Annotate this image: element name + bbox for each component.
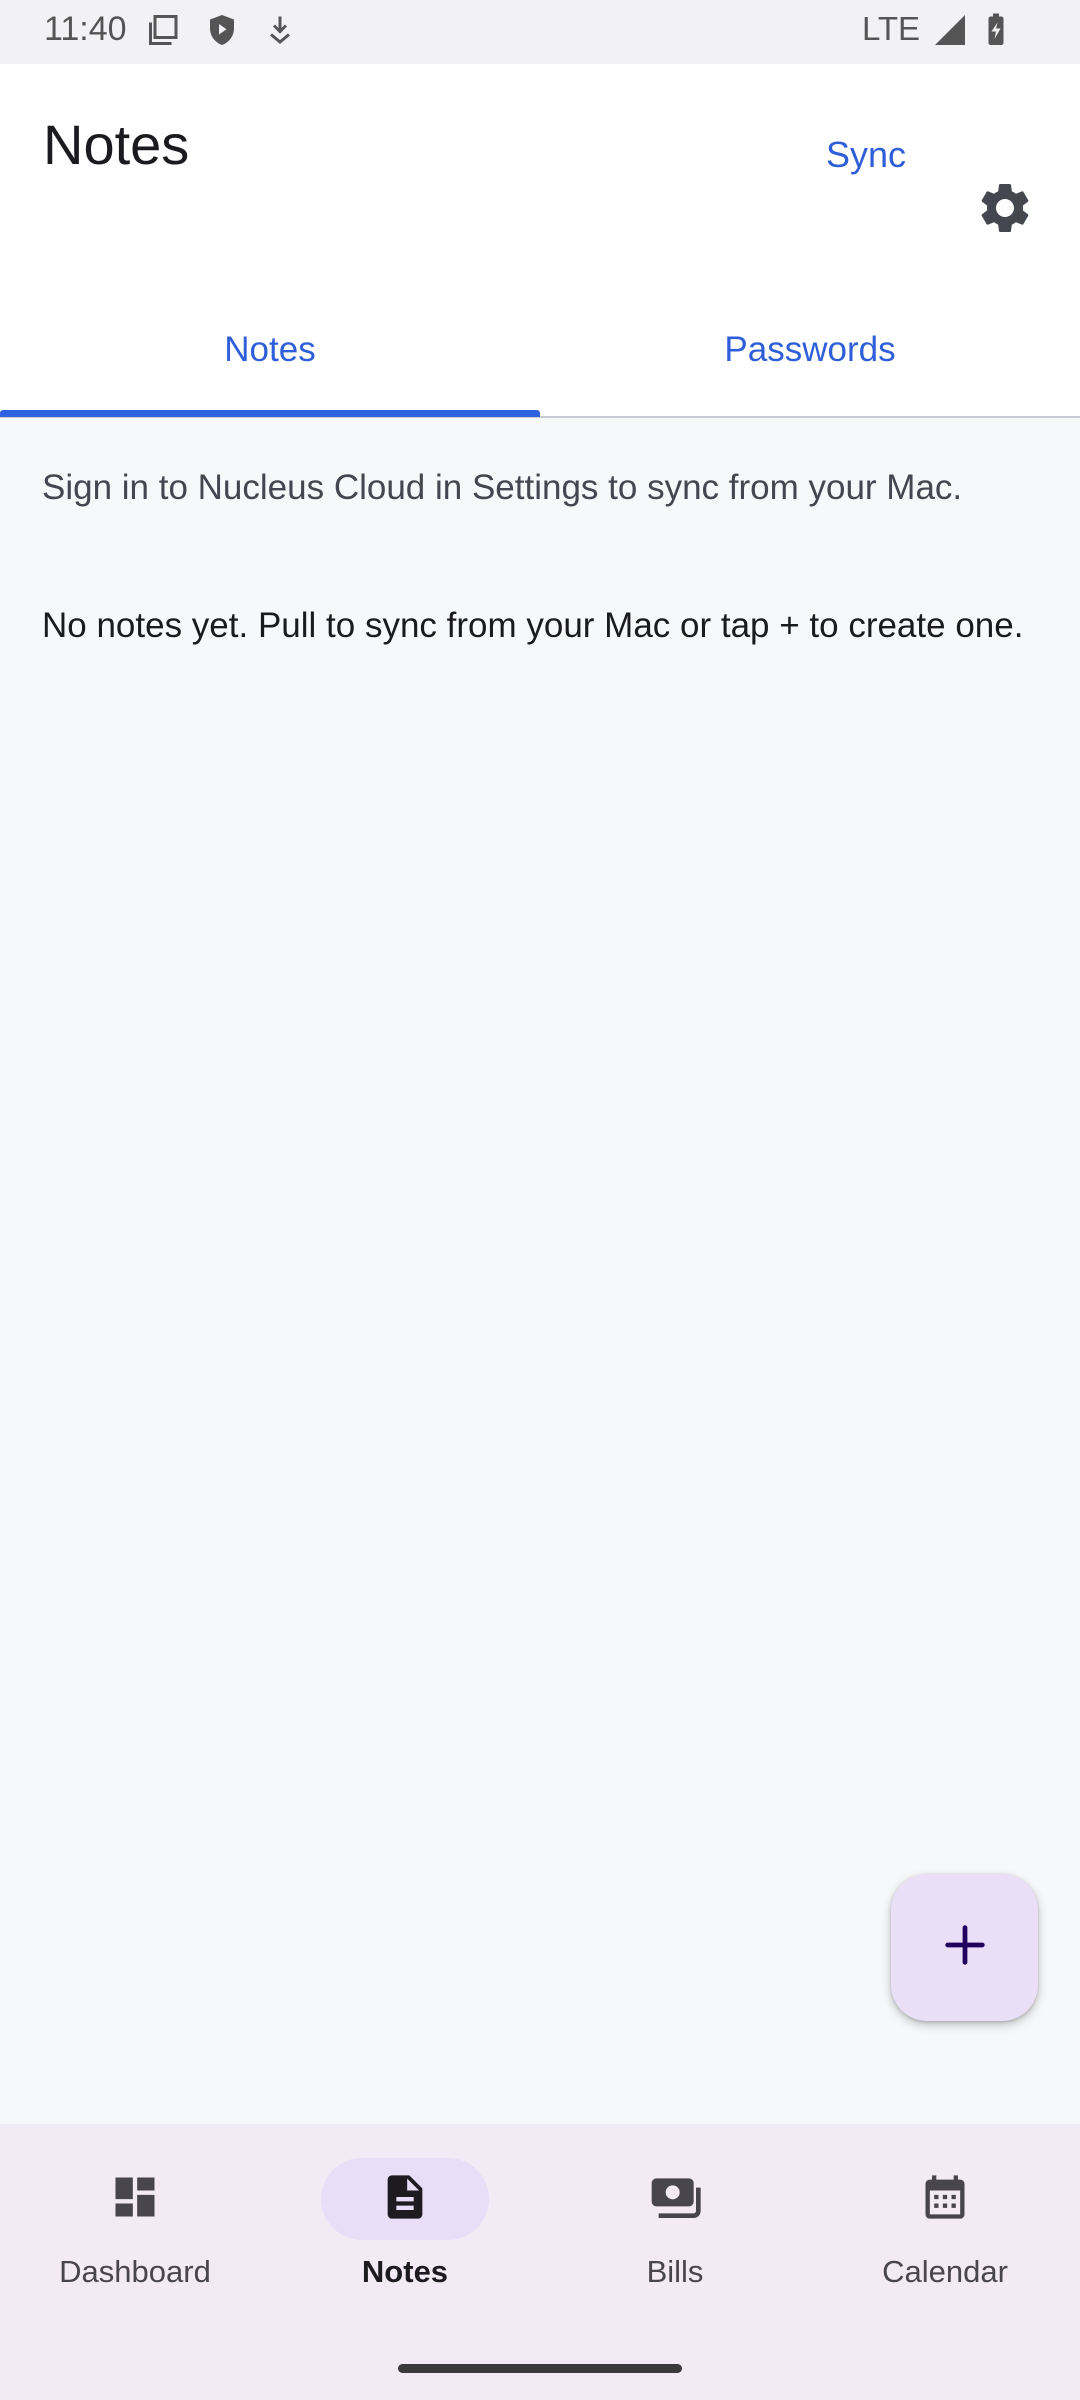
tab-bar: Notes Passwords [0, 284, 1080, 418]
dashboard-icon [109, 2171, 161, 2228]
nav-label-bills: Bills [646, 2254, 704, 2289]
sync-button[interactable]: Sync [806, 110, 926, 200]
bills-icon [647, 2169, 703, 2230]
nav-label-calendar: Calendar [882, 2254, 1008, 2289]
settings-button[interactable] [965, 170, 1045, 250]
bottom-navigation: Dashboard Notes Bills Calendar [0, 2124, 1080, 2400]
nav-item-dashboard[interactable]: Dashboard [0, 2124, 270, 2324]
shield-icon [204, 12, 240, 53]
plus-icon [939, 1919, 991, 1976]
nav-label-notes: Notes [361, 2254, 449, 2289]
notes-content[interactable]: Sign in to Nucleus Cloud in Settings to … [0, 418, 1080, 2124]
empty-state-message: No notes yet. Pull to sync from your Mac… [42, 606, 1024, 645]
nav-label-dashboard: Dashboard [59, 2254, 211, 2289]
signin-message: Sign in to Nucleus Cloud in Settings to … [42, 468, 963, 507]
page-title: Notes [43, 113, 190, 176]
signal-icon [932, 12, 968, 53]
battery-charging-icon [978, 12, 1014, 53]
add-note-button[interactable] [891, 1874, 1038, 2021]
status-bar: 11:40 LTE [0, 0, 1080, 64]
nav-item-notes[interactable]: Notes [270, 2124, 540, 2324]
status-time: 11:40 [44, 10, 127, 48]
gear-icon [975, 178, 1035, 243]
tab-notes[interactable]: Notes [0, 284, 540, 416]
network-label: LTE [862, 10, 921, 47]
screenshot-icon [146, 12, 182, 53]
tab-passwords[interactable]: Passwords [540, 284, 1080, 416]
nav-active-pill [321, 2158, 489, 2240]
note-icon [379, 2171, 431, 2228]
nav-item-bills[interactable]: Bills [540, 2124, 810, 2324]
nav-item-calendar[interactable]: Calendar [810, 2124, 1080, 2324]
home-indicator[interactable] [398, 2364, 682, 2373]
download-icon [262, 12, 298, 53]
calendar-icon [919, 2171, 971, 2228]
tab-selected-indicator [0, 410, 540, 417]
